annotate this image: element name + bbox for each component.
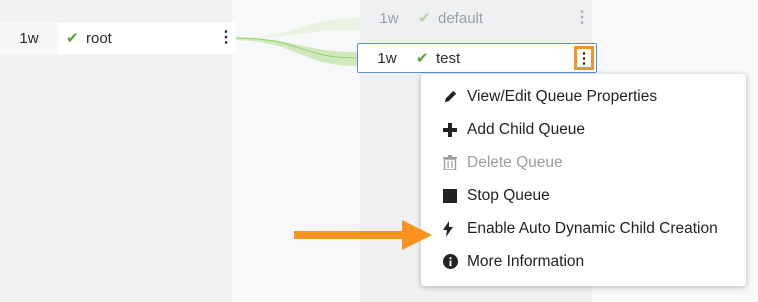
link-root-default <box>236 18 360 38</box>
menu-item-label: Delete Queue <box>467 153 563 171</box>
menu-item-add-child-queue[interactable]: Add Child Queue <box>421 113 746 146</box>
queue-capacity: 1w <box>377 49 397 67</box>
check-icon: ✔ <box>418 10 431 27</box>
info-icon <box>443 254 467 269</box>
check-icon: ✔ <box>66 30 79 47</box>
annotation-arrow-icon <box>294 220 432 250</box>
menu-item-delete-queue[interactable]: Delete Queue <box>421 146 746 179</box>
menu-item-enable-auto-dynamic-child-creation[interactable]: Enable Auto Dynamic Child Creation <box>421 212 746 245</box>
queue-node-default[interactable]: 1w ✔ default ⋮ <box>360 2 592 34</box>
pencil-icon <box>443 89 467 104</box>
link-root-test <box>236 38 357 66</box>
menu-item-label: Add Child Queue <box>467 120 586 138</box>
trash-icon <box>443 155 467 170</box>
queue-name: test <box>436 49 461 67</box>
menu-item-label: Stop Queue <box>467 186 550 204</box>
queue-name: default <box>438 9 484 27</box>
kebab-menu-icon[interactable]: ⋮ <box>216 30 236 46</box>
menu-item-stop-queue[interactable]: Stop Queue <box>421 179 746 212</box>
queue-capacity: 1w <box>0 22 58 54</box>
menu-item-view-edit-properties[interactable]: View/Edit Queue Properties <box>421 80 746 113</box>
plus-icon <box>443 122 467 137</box>
menu-item-label: More Information <box>467 252 585 270</box>
queue-name: root <box>86 29 112 47</box>
stop-icon <box>443 188 467 203</box>
bolt-icon <box>443 220 467 237</box>
kebab-menu-button[interactable]: ⋮ <box>574 46 594 70</box>
queue-context-menu: View/Edit Queue Properties Add Child Que… <box>421 74 746 286</box>
menu-item-label: Enable Auto Dynamic Child Creation <box>467 219 718 237</box>
menu-item-label: View/Edit Queue Properties <box>467 87 658 105</box>
queue-node-test[interactable]: 1w ✔ test ⋮ <box>357 43 597 73</box>
queue-capacity: 1w <box>379 9 399 27</box>
check-icon: ✔ <box>416 50 429 67</box>
queue-node-root[interactable]: 1w ✔ root ⋮ <box>0 22 236 54</box>
menu-item-more-information[interactable]: More Information <box>421 245 746 278</box>
kebab-menu-icon[interactable]: ⋮ <box>572 10 592 26</box>
